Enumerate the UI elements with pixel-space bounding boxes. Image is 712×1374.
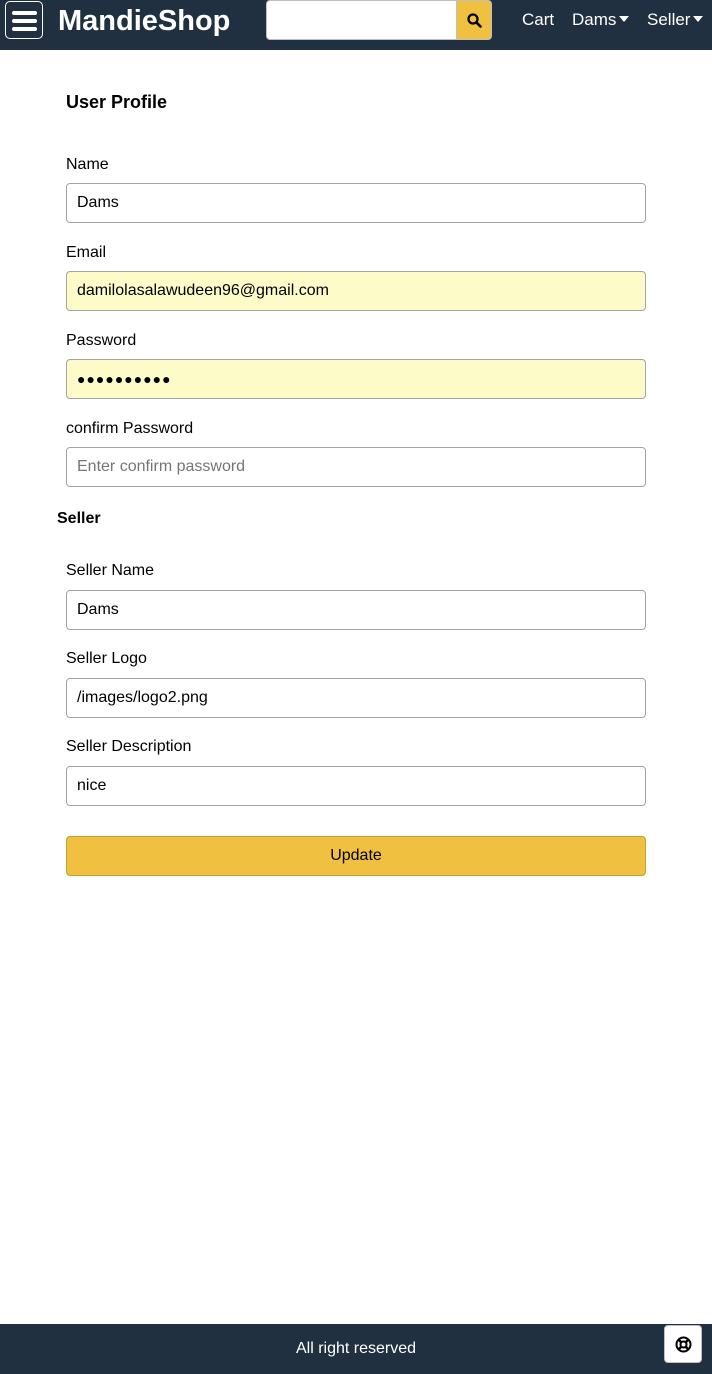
- help-button[interactable]: [664, 1325, 702, 1363]
- footer: All right reserved: [0, 1324, 712, 1374]
- top-navbar: MandieShop Cart Dams Seller: [0, 0, 712, 50]
- email-label: Email: [66, 244, 107, 261]
- seller-section-title: Seller: [57, 510, 101, 527]
- email-input[interactable]: damilolasalawudeen96@gmail.com: [66, 271, 646, 311]
- seller-description-input[interactable]: nice: [66, 766, 646, 806]
- hamburger-icon: [12, 11, 37, 15]
- search-icon: [467, 13, 482, 28]
- user-menu-dropdown[interactable]: Dams: [572, 10, 630, 30]
- seller-logo-label: Seller Logo: [66, 650, 147, 667]
- page-title: User Profile: [66, 92, 168, 112]
- password-mask: ●●●●●●●●●●: [77, 371, 172, 387]
- search-input[interactable]: [266, 0, 458, 40]
- name-label: Name: [66, 156, 109, 173]
- seller-description-label: Seller Description: [66, 738, 192, 755]
- search-button[interactable]: [456, 0, 492, 40]
- password-label: Password: [66, 332, 137, 349]
- seller-menu-dropdown[interactable]: Seller: [647, 10, 704, 30]
- name-input[interactable]: Dams: [66, 183, 646, 223]
- brand-logo-link[interactable]: MandieShop: [58, 4, 230, 38]
- user-menu-label: Dams: [572, 10, 617, 29]
- seller-name-label: Seller Name: [66, 562, 155, 579]
- menu-button[interactable]: [5, 1, 43, 39]
- confirm-password-label: confirm Password: [66, 420, 194, 437]
- seller-name-input[interactable]: Dams: [66, 590, 646, 630]
- caret-down-icon: [619, 16, 630, 22]
- cart-link[interactable]: Cart: [522, 10, 554, 30]
- update-button[interactable]: Update: [66, 836, 646, 876]
- hamburger-icon-bar: [12, 27, 37, 31]
- seller-menu-label: Seller: [647, 10, 691, 29]
- footer-text: All right reserved: [295, 1340, 417, 1357]
- caret-down-icon: [693, 16, 704, 22]
- hamburger-icon-bar: [12, 19, 37, 23]
- password-input[interactable]: ●●●●●●●●●●: [66, 359, 646, 399]
- seller-logo-input[interactable]: /images/logo2.png: [66, 678, 646, 718]
- confirm-password-input[interactable]: Enter confirm password: [66, 447, 646, 487]
- lifebuoy-icon: [675, 1336, 692, 1353]
